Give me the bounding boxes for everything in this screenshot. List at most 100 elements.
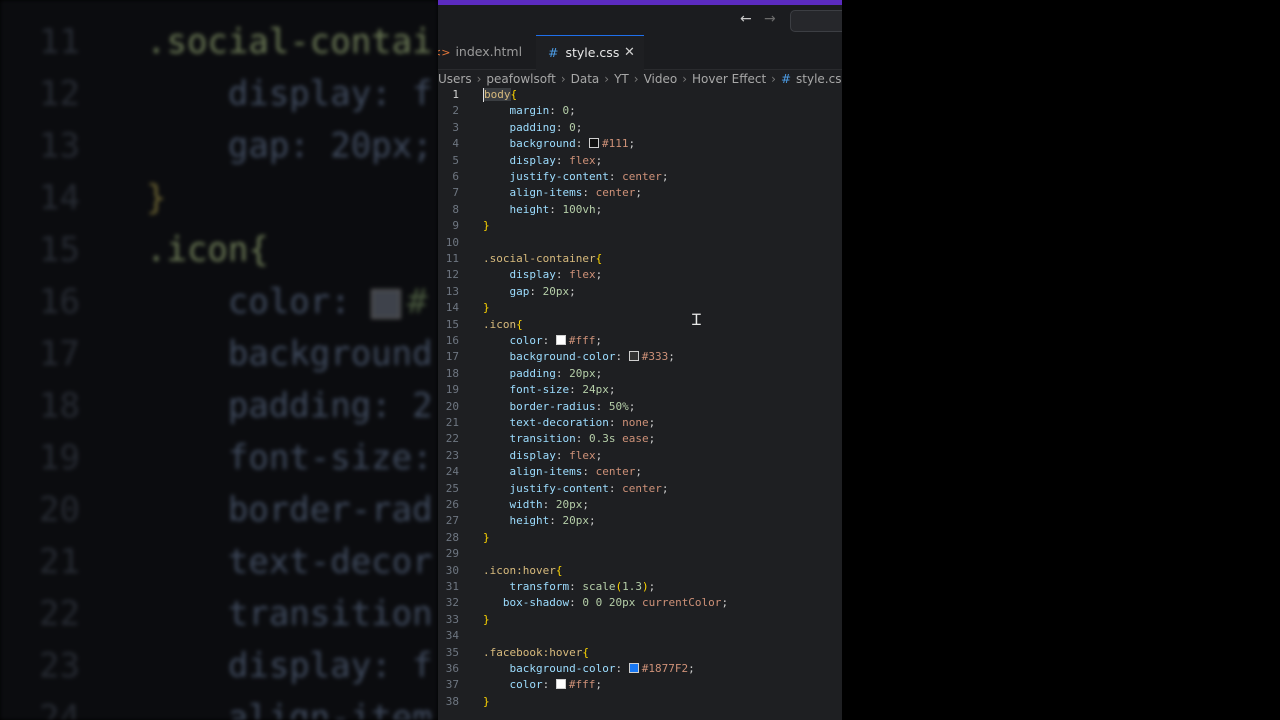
tab-style-css[interactable]: # style.css ✕ xyxy=(536,35,644,70)
line-number: 7 xyxy=(452,186,459,200)
token: .social-container xyxy=(483,252,596,265)
token: center xyxy=(595,465,636,479)
background-token: } xyxy=(146,178,167,218)
code-line[interactable]: 37 color: #fff; xyxy=(438,677,842,693)
code-text: transition: 0.3s ease; xyxy=(483,431,655,447)
token: ; xyxy=(595,334,602,347)
token: 20px xyxy=(569,366,596,380)
forward-arrow-icon[interactable]: → xyxy=(764,11,776,27)
code-line[interactable]: 29 xyxy=(438,546,842,562)
back-arrow-icon[interactable]: ← xyxy=(740,11,752,27)
code-line[interactable]: 3 padding: 0; xyxy=(438,120,842,136)
breadcrumb-item[interactable]: Hover Effect xyxy=(692,70,766,88)
background-code-text: } xyxy=(146,172,166,224)
color-swatch[interactable] xyxy=(555,335,566,345)
code-line[interactable]: 25 justify-content: center; xyxy=(438,481,842,497)
code-line[interactable]: 31 transform: scale(1.3); xyxy=(438,579,842,595)
token: #333 xyxy=(641,350,669,364)
code-line[interactable]: 38} xyxy=(438,694,842,710)
token: border-radius xyxy=(483,399,596,413)
token: 100vh xyxy=(562,202,596,216)
token: height xyxy=(483,202,550,216)
background-token: display: f xyxy=(146,74,433,114)
token: ; xyxy=(721,596,729,610)
token: ; xyxy=(595,202,603,216)
code-line[interactable]: 14} xyxy=(438,300,842,316)
code-line[interactable]: 32 box-shadow: 0 0 20px currentColor; xyxy=(438,595,842,611)
token: color xyxy=(483,678,543,692)
code-line[interactable]: 28} xyxy=(438,530,842,546)
token: ; xyxy=(595,678,602,692)
code-line[interactable]: 6 justify-content: center; xyxy=(438,169,842,185)
token: 24px xyxy=(582,383,609,397)
line-number: 4 xyxy=(452,137,459,151)
code-line[interactable]: 17 background-color: #333; xyxy=(438,349,842,365)
token: 50% xyxy=(608,399,629,413)
code-line[interactable]: 19 font-size: 24px; xyxy=(438,382,842,398)
color-swatch[interactable] xyxy=(628,351,639,362)
code-line[interactable]: 21 text-decoration: none; xyxy=(438,415,842,431)
code-text: margin: 0; xyxy=(483,103,575,119)
token: : xyxy=(569,596,583,610)
code-text: .icon{ xyxy=(483,317,523,333)
code-line[interactable]: 23 display: flex; xyxy=(438,448,842,464)
code-line[interactable]: 13 gap: 20px; xyxy=(438,284,842,300)
breadcrumb-item[interactable]: style.css xyxy=(796,70,842,88)
code-line[interactable]: 11 .social-container{ xyxy=(438,251,842,267)
line-number: 30 xyxy=(445,563,459,577)
code-line[interactable]: 27 height: 20px; xyxy=(438,513,842,529)
code-line[interactable]: 18 padding: 20px; xyxy=(438,366,842,382)
breadcrumb-item[interactable]: peafowlsoft xyxy=(486,70,555,88)
token: color xyxy=(483,334,543,347)
code-line[interactable]: 36 background-color: #1877F2; xyxy=(438,661,842,677)
code-line[interactable]: 2 margin: 0; xyxy=(438,103,842,119)
code-line[interactable]: 5 display: flex; xyxy=(438,153,842,169)
code-text: .icon:hover{ xyxy=(483,563,562,579)
code-line[interactable]: 15 .icon{ xyxy=(438,317,842,333)
token: justify-content xyxy=(483,481,609,495)
code-line[interactable]: 26 width: 20px; xyxy=(438,497,842,513)
background-code-text: display: f xyxy=(146,68,433,120)
token: display xyxy=(483,448,556,462)
breadcrumb-item[interactable]: Users xyxy=(438,70,472,88)
code-line[interactable]: 33} xyxy=(438,612,842,628)
code-line[interactable]: 12 display: flex; xyxy=(438,267,842,283)
color-swatch[interactable] xyxy=(588,138,599,149)
color-swatch[interactable] xyxy=(555,679,566,690)
breadcrumb-item[interactable]: Data xyxy=(571,70,600,88)
code-line[interactable]: 35 .facebook:hover{ xyxy=(438,645,842,661)
code-line[interactable]: 24 align-items: center; xyxy=(438,464,842,480)
color-swatch[interactable] xyxy=(628,663,639,673)
code-line[interactable]: 20 border-radius: 50%; xyxy=(438,399,842,415)
background-token: gap: 20px; xyxy=(146,126,433,166)
code-line[interactable]: 34 xyxy=(438,628,842,644)
code-line[interactable]: 10 xyxy=(438,235,842,251)
token: padding xyxy=(483,366,556,380)
background-code-text: padding: 2 xyxy=(146,380,433,432)
breadcrumb-item[interactable]: Video xyxy=(644,70,678,88)
code-text: .social-container{ xyxy=(483,251,602,267)
code-text: } xyxy=(483,300,490,316)
token: text-decoration xyxy=(483,416,609,429)
command-center-search[interactable] xyxy=(790,10,842,32)
line-number: 8 xyxy=(452,202,459,216)
code-line[interactable]: 16 color: #fff; xyxy=(438,333,842,349)
token: ; xyxy=(648,416,656,429)
line-number: 21 xyxy=(445,416,459,429)
background-line-number: 13 xyxy=(39,126,80,166)
code-line[interactable]: 8 height: 100vh; xyxy=(438,202,842,218)
code-line[interactable]: 9} xyxy=(438,218,842,234)
code-line[interactable]: 1 body{ xyxy=(438,87,842,103)
close-icon[interactable]: ✕ xyxy=(624,36,635,70)
token: flex xyxy=(569,268,596,282)
code-line[interactable]: 22 transition: 0.3s ease; xyxy=(438,431,842,447)
code-line[interactable]: 7 align-items: center; xyxy=(438,185,842,201)
code-line[interactable]: 30 .icon:hover{ xyxy=(438,563,842,579)
background-code-text: color: # xyxy=(146,276,428,328)
background-line-number: 15 xyxy=(39,230,80,270)
tab-index-html[interactable]: <> index.html xyxy=(438,35,536,69)
code-text: } xyxy=(483,612,490,628)
code-line[interactable]: 4 background: #111; xyxy=(438,136,842,152)
code-text: background: #111; xyxy=(483,136,635,152)
breadcrumb-item[interactable]: YT xyxy=(614,70,629,88)
